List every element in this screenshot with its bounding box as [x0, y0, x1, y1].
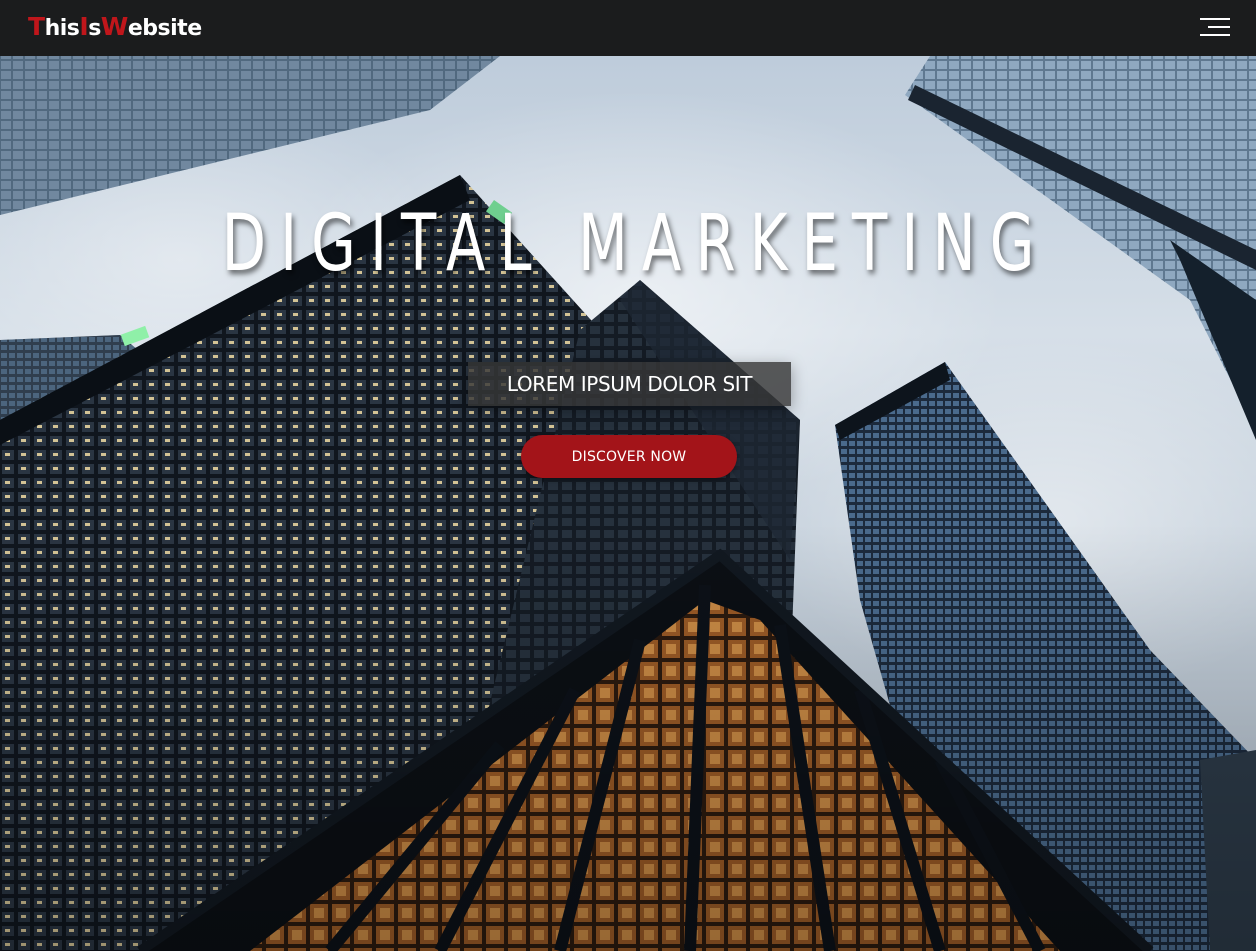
logo-part: his [44, 16, 80, 41]
logo-part: W [100, 12, 129, 41]
hero-title: DIGITAL MARKETING [221, 199, 1049, 289]
site-logo[interactable]: ThisIsWebsite [28, 13, 202, 43]
menu-line [1200, 34, 1230, 36]
menu-line [1208, 26, 1230, 28]
hero-subtitle: LOREM IPSUM DOLOR SIT [468, 362, 791, 406]
hamburger-menu-icon[interactable] [1200, 17, 1230, 37]
logo-part: T [28, 12, 45, 41]
menu-line [1200, 18, 1230, 20]
logo-part: s [88, 16, 101, 41]
logo-part: I [79, 12, 89, 41]
top-navigation-bar: ThisIsWebsite [0, 0, 1256, 56]
discover-now-button[interactable]: DISCOVER NOW [521, 435, 737, 478]
logo-part: ebsite [127, 16, 202, 41]
